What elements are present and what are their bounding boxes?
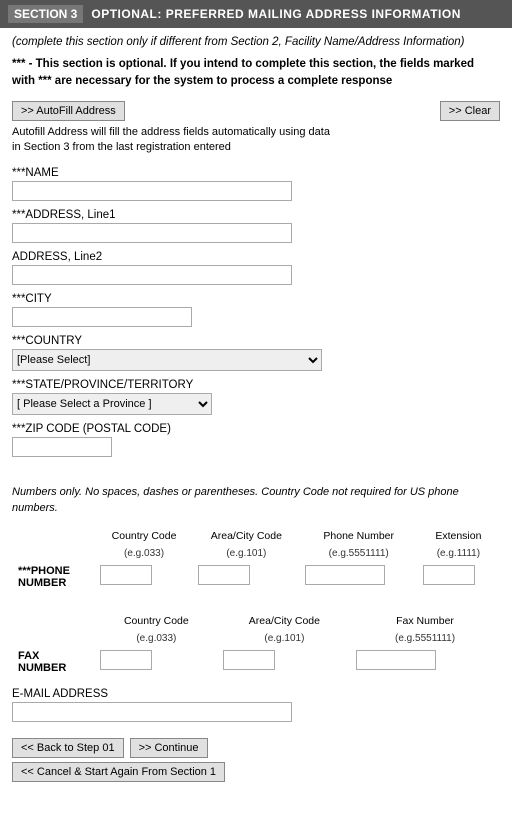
- section-notice: *** - This section is optional. If you i…: [12, 56, 500, 91]
- phone-number-example: (e.g.5551111): [301, 546, 417, 561]
- phone-extension-input[interactable]: [423, 565, 475, 585]
- phone-country-example: (e.g.033): [96, 546, 192, 561]
- phone-section: Numbers only. No spaces, dashes or paren…: [12, 485, 500, 593]
- country-select[interactable]: [Please Select]: [12, 349, 322, 371]
- address2-label: ADDRESS, Line2: [12, 251, 500, 263]
- phone-number-input[interactable]: [305, 565, 385, 585]
- clear-button[interactable]: >> Clear: [440, 101, 500, 121]
- phone-extension-header: Extension: [419, 528, 498, 544]
- fax-table: Country Code Area/City Code Fax Number (…: [12, 611, 500, 678]
- zip-field-group: ***ZIP CODE (POSTAL CODE): [12, 423, 500, 457]
- section-subtitle: (complete this section only if different…: [12, 36, 500, 48]
- fax-area-city-header: Area/City Code: [219, 613, 350, 629]
- phone-area-code-input[interactable]: [198, 565, 250, 585]
- address1-input[interactable]: [12, 223, 292, 243]
- zip-input[interactable]: [12, 437, 112, 457]
- autofill-note: Autofill Address will fill the address f…: [12, 125, 332, 156]
- fax-country-code-header: Country Code: [96, 613, 217, 629]
- back-button[interactable]: << Back to Step 01: [12, 738, 124, 758]
- email-section: E-MAIL ADDRESS: [12, 688, 500, 722]
- phone-label: ***PHONE NUMBER: [14, 563, 94, 591]
- city-field-group: ***CITY: [12, 293, 500, 327]
- phone-country-code-input[interactable]: [100, 565, 152, 585]
- autofill-row: >> AutoFill Address >> Clear: [12, 101, 500, 121]
- phone-extension-example: (e.g.1111): [419, 546, 498, 561]
- cancel-button[interactable]: << Cancel & Start Again From Section 1: [12, 762, 225, 782]
- address1-field-group: ***ADDRESS, Line1: [12, 209, 500, 243]
- phone-area-example: (e.g.101): [194, 546, 299, 561]
- section-title: OPTIONAL: PREFERRED MAILING ADDRESS INFO…: [91, 7, 461, 21]
- city-label: ***CITY: [12, 293, 500, 305]
- section-number: SECTION 3: [8, 5, 83, 23]
- country-field-group: ***COUNTRY [Please Select]: [12, 335, 500, 371]
- fax-number-example: (e.g.5551111): [352, 631, 498, 646]
- address1-label: ***ADDRESS, Line1: [12, 209, 500, 221]
- fax-country-example: (e.g.033): [96, 631, 217, 646]
- autofill-button[interactable]: >> AutoFill Address: [12, 101, 125, 121]
- continue-button[interactable]: >> Continue: [130, 738, 208, 758]
- address2-input[interactable]: [12, 265, 292, 285]
- section-header: SECTION 3 OPTIONAL: PREFERRED MAILING AD…: [0, 0, 512, 28]
- fax-section: Country Code Area/City Code Fax Number (…: [12, 611, 500, 678]
- fax-number-header: Fax Number: [352, 613, 498, 629]
- email-input[interactable]: [12, 702, 292, 722]
- fax-label: FAX NUMBER: [14, 648, 94, 676]
- fax-country-code-input[interactable]: [100, 650, 152, 670]
- phone-area-city-header: Area/City Code: [194, 528, 299, 544]
- state-select[interactable]: [ Please Select a Province ]: [12, 393, 212, 415]
- fax-area-example: (e.g.101): [219, 631, 350, 646]
- footer-row-1: << Back to Step 01 >> Continue: [12, 738, 500, 758]
- name-field-group: ***NAME: [12, 167, 500, 201]
- zip-label: ***ZIP CODE (POSTAL CODE): [12, 423, 500, 435]
- phone-table: Country Code Area/City Code Phone Number…: [12, 526, 500, 593]
- country-label: ***COUNTRY: [12, 335, 500, 347]
- name-label: ***NAME: [12, 167, 500, 179]
- fax-number-input[interactable]: [356, 650, 436, 670]
- email-label: E-MAIL ADDRESS: [12, 688, 500, 700]
- address2-field-group: ADDRESS, Line2: [12, 251, 500, 285]
- phone-country-code-header: Country Code: [96, 528, 192, 544]
- footer-row-2: << Cancel & Start Again From Section 1: [12, 762, 500, 782]
- phone-number-header: Phone Number: [301, 528, 417, 544]
- city-input[interactable]: [12, 307, 192, 327]
- state-field-group: ***STATE/PROVINCE/TERRITORY [ Please Sel…: [12, 379, 500, 415]
- name-input[interactable]: [12, 181, 292, 201]
- phone-note: Numbers only. No spaces, dashes or paren…: [12, 485, 500, 516]
- footer-buttons: << Back to Step 01 >> Continue << Cancel…: [0, 730, 512, 790]
- fax-area-code-input[interactable]: [223, 650, 275, 670]
- state-label: ***STATE/PROVINCE/TERRITORY: [12, 379, 500, 391]
